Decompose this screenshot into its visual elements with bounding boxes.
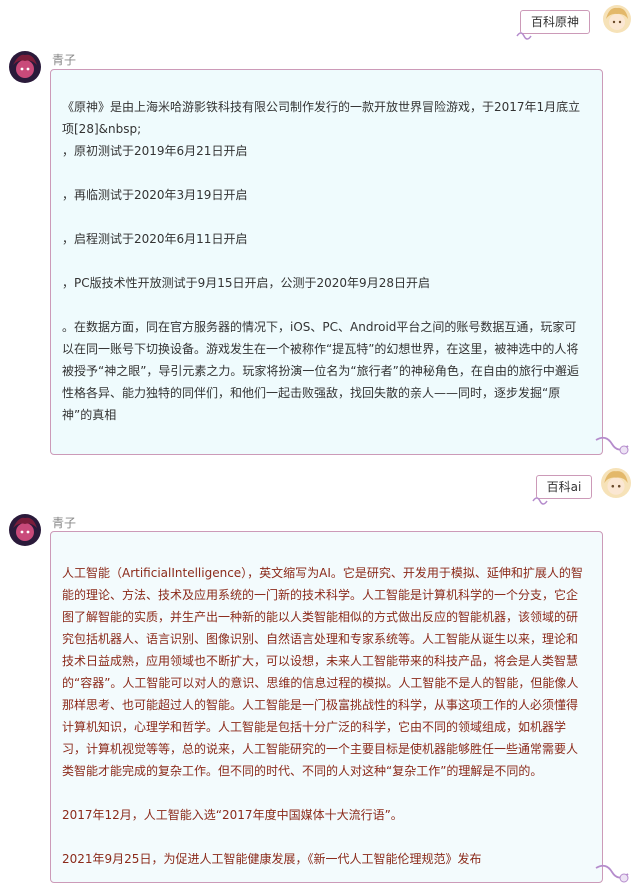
assistant-message-bubble: 《原神》是由上海米哈游影铁科技有限公司制作发行的一款开放世界冒险游戏，于2017… — [50, 69, 603, 455]
message-paragraph: 。在数据方面，同在官方服务器的情况下，iOS、PC、Android平台之间的账号… — [62, 320, 579, 422]
message-paragraph: 《原神》是由上海米哈游影铁科技有限公司制作发行的一款开放世界冒险游戏，于2017… — [62, 100, 581, 158]
message-paragraph: 2021年9月25日，为促进人工智能健康发展，《新一代人工智能伦理规范》发布 — [62, 852, 482, 866]
message-paragraph: 人工智能（ArtificialIntelligence），英文缩写为AI。它是研… — [62, 566, 583, 778]
sender-name: 青子 — [52, 53, 77, 67]
ribbon-icon — [516, 32, 532, 40]
user-message-text: 百科ai — [546, 480, 582, 494]
assistant-avatar — [9, 514, 41, 546]
message-paragraph: ，PC版技术性开放测试于9月15日开启，公测于2020年9月28日开启 — [62, 276, 430, 290]
assistant-avatar — [9, 51, 41, 83]
message-paragraph: 2017年12月，人工智能入选“2017年度中国媒体十大流行语”。 — [62, 808, 403, 822]
message-paragraph: ，启程测试于2020年6月11日开启 — [62, 232, 248, 246]
assistant-message-bubble: 人工智能（ArtificialIntelligence），英文缩写为AI。它是研… — [50, 531, 603, 883]
sender-name: 青子 — [52, 516, 77, 530]
ribbon-icon — [595, 864, 629, 883]
user-avatar — [601, 468, 631, 498]
ribbon-icon — [532, 497, 548, 505]
ribbon-icon — [595, 436, 629, 455]
message-paragraph: ，再临测试于2020年3月19日开启 — [62, 188, 248, 202]
user-avatar — [603, 5, 631, 33]
user-message-text: 百科原神 — [530, 15, 579, 29]
